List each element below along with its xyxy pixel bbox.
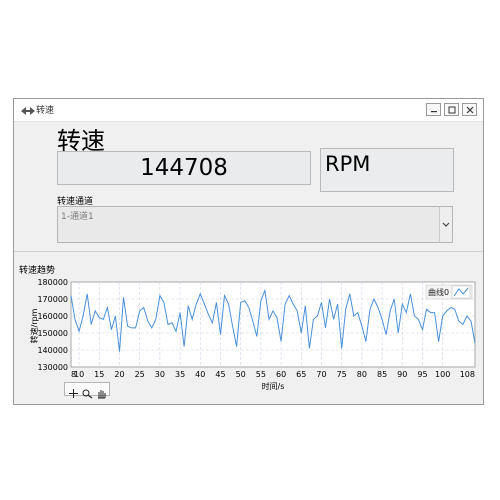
x-tick-label: 60 <box>276 370 286 379</box>
minimize-button[interactable] <box>426 103 441 116</box>
x-tick-label: 10 <box>74 370 84 379</box>
title-bar[interactable]: 转速 <box>14 99 483 122</box>
line-series-icon <box>451 285 471 299</box>
legend-label: 曲线0 <box>428 287 449 297</box>
x-tick-label: 85 <box>377 370 387 379</box>
minimize-icon <box>431 111 437 113</box>
maximize-button[interactable] <box>444 103 459 116</box>
x-tick-label: 50 <box>236 370 246 379</box>
x-tick-label: 90 <box>397 370 407 379</box>
close-button[interactable] <box>462 103 477 116</box>
x-tick-label: 100 <box>435 370 450 379</box>
y-tick-label: 170000 <box>37 295 68 304</box>
x-tick-label: 30 <box>155 370 165 379</box>
graph-palette <box>64 382 110 399</box>
channel-dropdown-button[interactable] <box>439 207 452 242</box>
crosshair-tool[interactable] <box>67 384 80 398</box>
x-tick-label: 20 <box>114 370 124 379</box>
y-axis-label: 转速/rpm <box>29 308 39 343</box>
plot-area <box>70 281 476 368</box>
channel-selected-value: 1-通道1 <box>61 212 94 222</box>
pan-tool[interactable] <box>95 384 108 399</box>
crosshair-icon <box>69 389 78 398</box>
x-tick-label: 65 <box>296 370 306 379</box>
x-tick-label: 108 <box>460 370 475 379</box>
pan-icon <box>98 390 106 399</box>
x-tick-label: 80 <box>357 370 367 379</box>
y-tick-label: 160000 <box>37 312 68 321</box>
x-tick-label: 55 <box>256 370 266 379</box>
y-tick-label: 130000 <box>37 363 68 372</box>
x-tick-label: 70 <box>316 370 326 379</box>
y-tick-label: 150000 <box>37 329 68 338</box>
window-title: 转速 <box>36 106 55 116</box>
x-tick-label: 45 <box>215 370 225 379</box>
close-icon <box>466 106 474 114</box>
x-tick-label: 40 <box>195 370 205 379</box>
app-window: 转速 转速 144708 RPM 转速通道 1-通道1 转速趋势 130000 1… <box>13 98 484 405</box>
maximize-icon <box>448 106 456 114</box>
x-tick-label: 95 <box>417 370 427 379</box>
x-tick-label: 75 <box>337 370 347 379</box>
rpm-value-display: 144708 <box>57 151 311 185</box>
rpm-trend-chart[interactable]: 130000140000150000160000170000180000 810… <box>14 274 483 399</box>
x-tick-label: 35 <box>175 370 185 379</box>
channel-select[interactable]: 1-通道1 <box>57 206 453 243</box>
x-tick-label: 15 <box>94 370 104 379</box>
y-tick-label: 180000 <box>37 278 68 287</box>
y-tick-label: 140000 <box>37 346 68 355</box>
double-arrow-icon <box>20 103 36 117</box>
chevron-down-icon <box>442 222 450 227</box>
zoom-icon <box>82 389 93 399</box>
x-tick-label: 25 <box>135 370 145 379</box>
section-divider <box>14 251 483 252</box>
x-axis-label: 时间/s <box>262 381 285 391</box>
zoom-tool[interactable] <box>81 384 94 399</box>
legend[interactable]: 曲线0 <box>425 284 473 300</box>
rpm-unit-display: RPM <box>320 148 454 192</box>
